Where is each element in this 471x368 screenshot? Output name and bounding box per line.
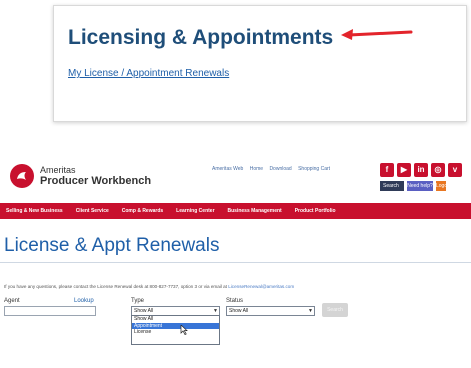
status-label: Status [226, 298, 244, 304]
util-link-shopping-cart[interactable]: Shopping Cart [298, 166, 330, 172]
card-title: Licensing & Appointments [68, 26, 334, 49]
brand-name: Ameritas [40, 165, 76, 175]
portal-header: Ameritas Producer Workbench Ameritas Web… [0, 155, 471, 203]
status-select-value: Show All [229, 308, 249, 314]
nav-comp-rewards[interactable]: Comp & Rewards [122, 208, 163, 214]
brand-product: Producer Workbench [40, 175, 152, 187]
page-title: License & Appt Renewals [4, 235, 220, 256]
utility-links: Ameritas Web Home Download Shopping Cart [212, 166, 335, 172]
chevron-down-icon: ▼ [213, 308, 218, 314]
contact-info-text: If you have any questions, please contac… [4, 284, 227, 289]
util-link-download[interactable]: Download [269, 166, 291, 172]
logout-button[interactable]: Logout [436, 181, 446, 191]
producer-workbench-page: Ameritas Producer Workbench Ameritas Web… [0, 155, 471, 368]
social-icons: f ▶ in ◎ v [380, 163, 462, 177]
youtube-icon[interactable]: ▶ [397, 163, 411, 177]
util-link-ameritas-web[interactable]: Ameritas Web [212, 166, 243, 172]
nav-client-service[interactable]: Client Service [76, 208, 109, 214]
contact-info: If you have any questions, please contac… [4, 284, 294, 289]
agent-input[interactable] [4, 306, 96, 316]
title-divider [0, 262, 471, 263]
nav-learning-center[interactable]: Learning Center [176, 208, 214, 214]
mouse-pointer-icon [180, 325, 188, 335]
facebook-icon[interactable]: f [380, 163, 394, 177]
main-nav: Selling & New Business Client Service Co… [0, 203, 471, 219]
instagram-icon[interactable]: ◎ [431, 163, 445, 177]
contact-email-link[interactable]: LicenseRenewal@ameritas.com [228, 284, 294, 289]
red-arrow-icon [341, 29, 413, 40]
header-search-button[interactable]: Search [380, 181, 404, 191]
need-help-button[interactable]: Need help? [407, 181, 433, 191]
type-option-license[interactable]: License [132, 329, 219, 336]
nav-business-management[interactable]: Business Management [228, 208, 282, 214]
linkedin-icon[interactable]: in [414, 163, 428, 177]
type-label: Type [131, 298, 145, 304]
nav-selling-new-business[interactable]: Selling & New Business [6, 208, 63, 214]
agent-lookup-link[interactable]: Lookup [74, 298, 94, 304]
search-button[interactable]: Search [322, 303, 348, 317]
license-renewals-link[interactable]: My License / Appointment Renewals [68, 68, 229, 79]
status-select[interactable]: Show All ▼ [226, 306, 315, 316]
agent-label: Agent [4, 298, 20, 304]
type-dropdown-list: Show All Appointment License [131, 315, 220, 345]
type-select-value: Show All [134, 308, 154, 314]
chevron-down-icon: ▼ [308, 308, 313, 314]
vimeo-icon[interactable]: v [448, 163, 462, 177]
nav-product-portfolio[interactable]: Product Portfolio [295, 208, 336, 214]
util-link-home[interactable]: Home [250, 166, 263, 172]
licensing-card: Licensing & Appointments My License / Ap… [53, 5, 467, 122]
header-actions: Search Need help? Logout [380, 181, 446, 191]
ameritas-logo-icon[interactable] [10, 164, 34, 188]
